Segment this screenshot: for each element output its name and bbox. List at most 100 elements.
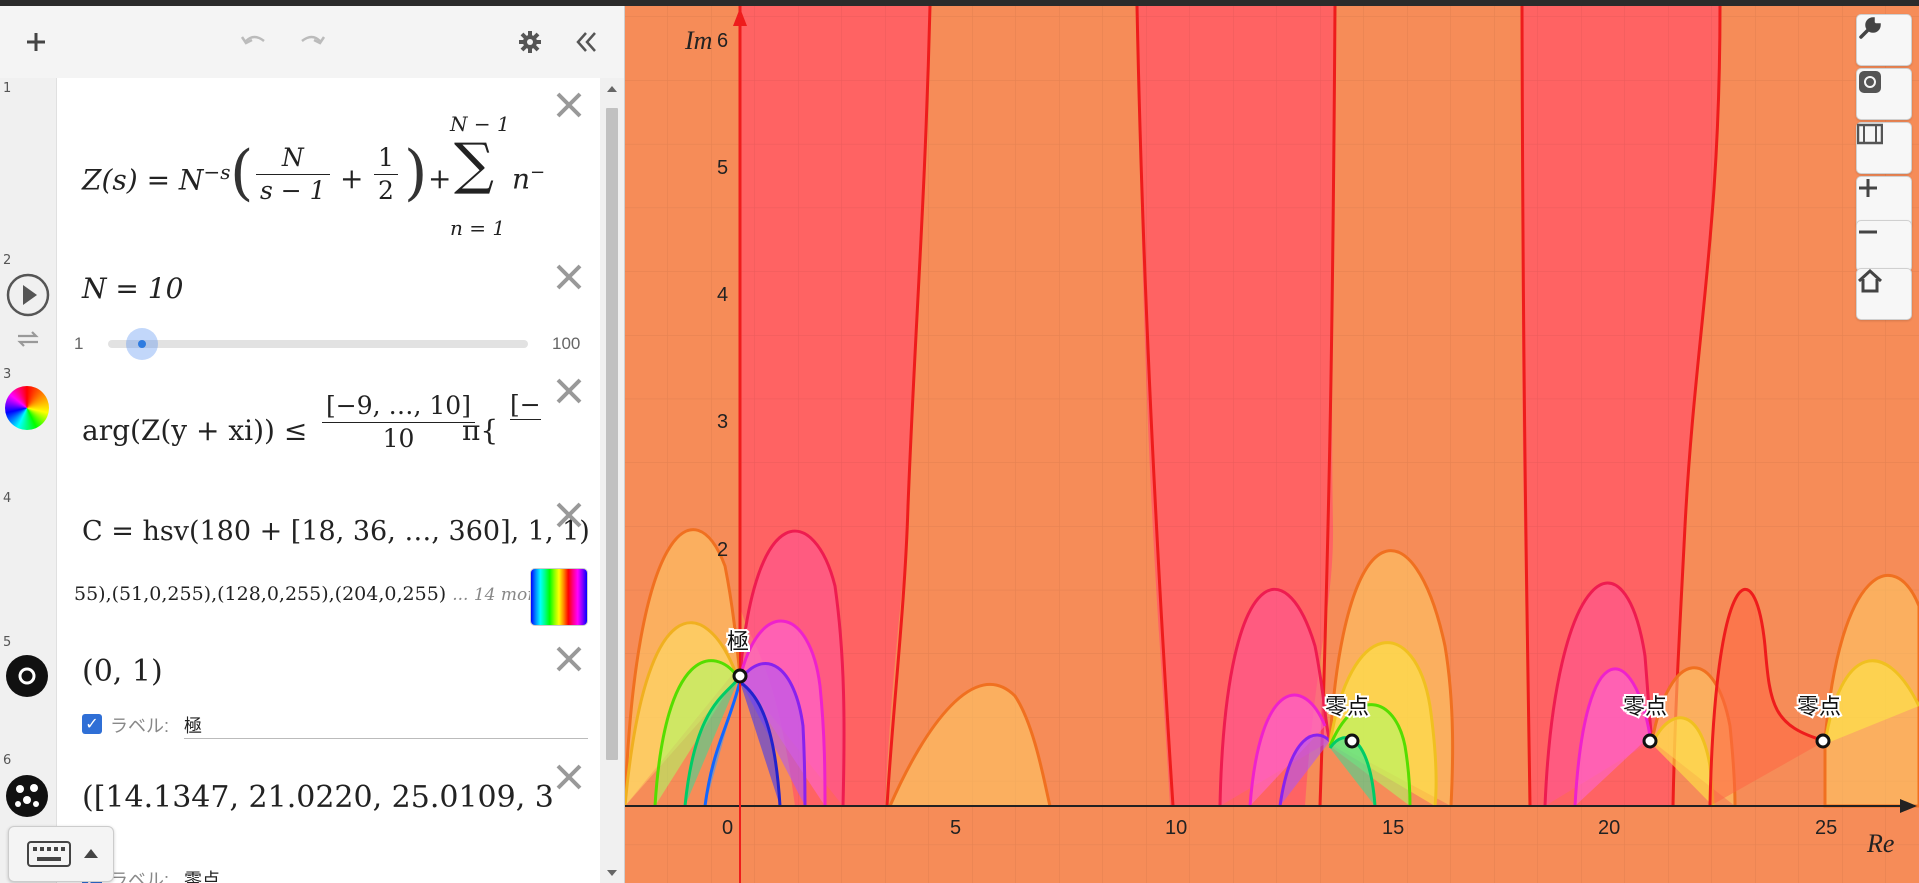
minus-icon <box>1859 230 1877 234</box>
x-tick-label: 5 <box>950 817 961 839</box>
home-icon <box>1857 269 1883 293</box>
scroll-down-icon[interactable] <box>605 868 619 878</box>
expression-gutter: 4 <box>0 488 57 632</box>
home-button[interactable] <box>1856 268 1912 320</box>
expression-panel: 1 Z(s) = N−s ( Ns − 1 + 12 ) + N − 1 ∑ n… <box>0 6 625 883</box>
formula-exponent: −s <box>203 160 231 184</box>
y-tick-label: 4 <box>717 284 728 306</box>
paren: ( <box>230 138 254 208</box>
y-tick-label: 2 <box>717 539 728 561</box>
expression-gutter: 5 <box>0 632 57 750</box>
y-tick-label: 6 <box>717 30 728 52</box>
expression-number: 2 <box>3 253 12 268</box>
sum-symbol: ∑ <box>454 132 494 197</box>
scroll-up-icon[interactable] <box>605 84 619 94</box>
formula-text: Z(s) = N <box>82 163 204 197</box>
plus-icon <box>1859 179 1877 197</box>
color-wheel-icon[interactable] <box>5 386 49 430</box>
expression-row[interactable]: 1 Z(s) = N−s ( Ns − 1 + 12 ) + N − 1 ∑ n… <box>0 78 600 251</box>
fraction: 12 <box>374 142 398 207</box>
wrench-icon <box>1859 17 1881 39</box>
x-tick-label: 20 <box>1598 817 1620 839</box>
expression-number: 3 <box>3 367 12 382</box>
sum-lower-limit: n = 1 <box>450 216 506 240</box>
label-input[interactable]: 極 <box>184 712 588 739</box>
point-style-icon[interactable] <box>5 774 49 818</box>
close-icon[interactable] <box>552 260 586 294</box>
sum-term: n− <box>512 162 546 196</box>
target-icon <box>1859 71 1881 93</box>
point-label-zero: 零点 <box>1325 695 1369 720</box>
expression-number: 4 <box>3 491 12 506</box>
point-label-pole: 極 <box>727 630 749 655</box>
label-caption: ラベル: <box>110 870 170 883</box>
x-axis-label: Re <box>1866 829 1894 858</box>
slider-handle-dot <box>138 340 146 348</box>
expression-gutter: 2 <box>0 250 57 364</box>
zoom-fit-button[interactable] <box>1856 68 1912 120</box>
plus-icon[interactable] <box>18 24 54 60</box>
y-tick-label: 3 <box>717 411 728 433</box>
y-axis-label: Im <box>684 26 712 55</box>
label-input[interactable]: 零点 <box>184 866 220 883</box>
expression-number: 5 <box>3 635 12 650</box>
y-tick-label: 5 <box>717 157 728 179</box>
point-label-zero: 零点 <box>1797 695 1841 720</box>
expression-row[interactable]: 5 (0, 1) ✓ ラベル: 極 <box>0 632 600 751</box>
x-tick-label: 15 <box>1382 817 1404 839</box>
color-list: 55),(51,0,255),(128,0,255),(204,0,255) .… <box>74 578 564 606</box>
point-list[interactable]: ([14.1347, 21.0220, 25.0109, 30.424 <box>82 780 552 815</box>
slider-variable[interactable]: N = 10 <box>82 272 183 305</box>
double-chevron-left-icon[interactable] <box>568 24 604 60</box>
x-tick-label: 10 <box>1165 817 1187 839</box>
label-checkbox[interactable]: ✓ <box>82 714 102 734</box>
plus-sign: + <box>340 162 364 195</box>
undo-icon[interactable] <box>236 24 272 60</box>
film-button[interactable] <box>1856 122 1912 174</box>
slider-max[interactable]: 100 <box>552 334 580 354</box>
graph-canvas[interactable]: Im Re 0 5 10 15 20 25 2 3 4 5 6 極 零点 零点 … <box>625 6 1919 883</box>
graph-settings-button[interactable] <box>1856 14 1912 66</box>
label-caption: ラベル: <box>110 716 170 736</box>
gear-icon[interactable] <box>512 24 548 60</box>
close-icon[interactable] <box>552 642 586 676</box>
expression-gutter: 1 <box>0 78 57 250</box>
formula-text: arg(Z(y + xi)) ≤ <box>82 414 308 447</box>
close-icon[interactable] <box>552 88 586 122</box>
formula-text: [− <box>510 390 541 420</box>
close-icon[interactable] <box>552 374 586 408</box>
keyboard-toggle-button[interactable] <box>8 826 114 882</box>
expression-number: 1 <box>3 81 12 96</box>
graph-svg[interactable]: Im Re 0 5 10 15 20 25 2 3 4 5 6 極 零点 零点 … <box>625 6 1919 883</box>
scrollbar-thumb[interactable] <box>606 108 618 760</box>
close-icon[interactable] <box>552 498 586 532</box>
x-tick-label: 0 <box>722 817 733 839</box>
expression-number: 6 <box>3 753 12 768</box>
slider-track[interactable] <box>108 340 528 348</box>
scrollbar[interactable] <box>600 78 624 883</box>
formula-text[interactable]: C = hsv(180 + [18, 36, …, 360], 1, 1) <box>82 516 590 547</box>
expression-toolbar <box>0 6 624 79</box>
x-tick-label: 25 <box>1815 817 1837 839</box>
slider-min[interactable]: 1 <box>74 334 83 354</box>
paren: ) <box>404 138 428 208</box>
loop-icon[interactable] <box>14 328 42 350</box>
close-icon[interactable] <box>552 760 586 794</box>
film-icon <box>1857 123 1883 145</box>
zoom-out-button[interactable] <box>1856 220 1912 272</box>
point-label-zero: 零点 <box>1623 695 1667 720</box>
play-icon[interactable] <box>5 272 51 318</box>
plus-sign: + <box>428 162 452 195</box>
caret-up-icon <box>84 849 98 858</box>
expression-row[interactable]: 4 C = hsv(180 + [18, 36, …, 360], 1, 1) … <box>0 488 600 633</box>
keyboard-icon <box>27 841 71 867</box>
fraction: Ns − 1 <box>256 142 330 207</box>
redo-icon[interactable] <box>294 24 330 60</box>
point-coordinates[interactable]: (0, 1) <box>82 654 163 689</box>
color-swatch[interactable] <box>530 568 588 626</box>
fraction: [−9, …, 10] 10 <box>322 390 475 455</box>
point-style-icon[interactable] <box>5 654 49 698</box>
expression-row[interactable]: 3 arg(Z(y + xi)) ≤ [−9, …, 10] 10 π{ [− <box>0 364 600 489</box>
formula-text: π{ <box>462 414 499 447</box>
expression-row[interactable]: 2 N = 10 1 100 <box>0 250 600 365</box>
